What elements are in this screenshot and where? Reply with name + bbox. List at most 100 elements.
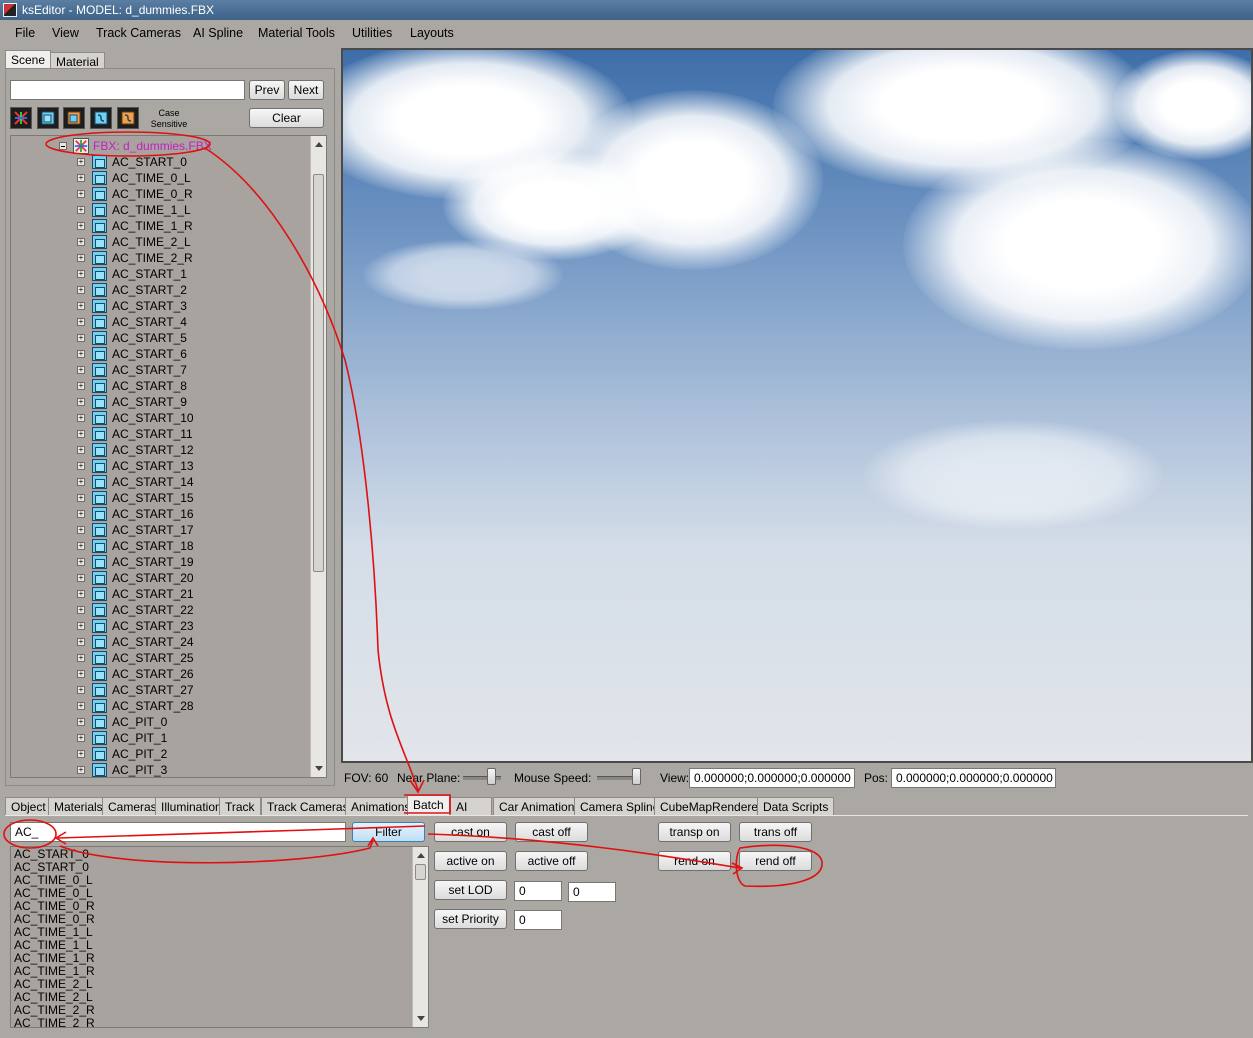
tree-row[interactable]: + AC_START_13 [11,458,311,474]
expand-icon[interactable]: + [77,734,85,742]
prev-button[interactable]: Prev [249,80,285,100]
transp-on-button[interactable]: transp on [658,822,731,842]
active-off-button[interactable]: active off [515,851,588,871]
expand-icon[interactable]: + [77,702,85,710]
expand-icon[interactable]: + [77,686,85,694]
tree-row[interactable]: + AC_PIT_3 [11,762,311,777]
tree-row[interactable]: + AC_START_26 [11,666,311,682]
tree-row[interactable]: + AC_START_19 [11,554,311,570]
menu-utilities[interactable]: Utilities [352,26,392,40]
expand-icon[interactable]: + [77,462,85,470]
expand-icon[interactable]: + [77,670,85,678]
mesh-filter-button[interactable] [37,107,59,129]
search-input[interactable] [10,80,245,100]
expand-icon[interactable]: + [77,350,85,358]
menu-view[interactable]: View [52,26,79,40]
tree-row[interactable]: + AC_TIME_0_L [11,170,311,186]
expand-icon[interactable]: + [77,414,85,422]
expand-icon[interactable]: + [77,174,85,182]
expand-icon[interactable]: + [77,606,85,614]
cast-off-button[interactable]: cast off [515,822,588,842]
list-scrollbar[interactable] [412,847,428,1027]
tab-cubemaprenderer[interactable]: CubeMapRenderer [654,797,769,815]
tree-row[interactable]: + AC_PIT_0 [11,714,311,730]
tab-cameras[interactable]: Cameras [102,797,163,815]
tree-row[interactable]: + AC_PIT_2 [11,746,311,762]
tree-row[interactable]: + AC_START_20 [11,570,311,586]
tree-row[interactable]: + AC_START_12 [11,442,311,458]
rend-off-button[interactable]: rend off [739,851,812,871]
clear-button[interactable]: Clear [249,108,324,128]
list-scroll-down-icon[interactable] [417,1016,425,1021]
tab-illumination[interactable]: Illumination [155,797,228,815]
tab-data-scripts[interactable]: Data Scripts [757,797,835,815]
tree-row[interactable]: + AC_START_16 [11,506,311,522]
set-priority-button[interactable]: set Priority [434,909,507,929]
pos-field[interactable]: 0.000000;0.000000;0.000000 [891,768,1056,788]
scroll-thumb[interactable] [313,174,324,572]
set-lod-button[interactable]: set LOD [434,880,507,900]
tree-row[interactable]: + AC_TIME_2_R [11,250,311,266]
menu-file[interactable]: File [15,26,35,40]
tree-row[interactable]: + AC_START_18 [11,538,311,554]
lod-field-a[interactable]: 0 [514,881,562,901]
tab-batch[interactable]: Batch [407,795,450,815]
tree-row[interactable]: + AC_START_21 [11,586,311,602]
rend-on-button[interactable]: rend on [658,851,731,871]
expand-icon[interactable]: + [77,238,85,246]
tree-row[interactable]: + AC_START_24 [11,634,311,650]
list-item[interactable]: AC_TIME_2_R [14,1017,95,1028]
trans-off-button[interactable]: trans off [739,822,812,842]
expand-icon[interactable]: + [77,286,85,294]
expand-icon[interactable]: + [77,382,85,390]
axis-filter-button[interactable] [10,107,32,129]
tab-animations[interactable]: Animations [345,797,417,815]
expand-icon[interactable]: + [77,590,85,598]
expand-icon[interactable]: + [77,654,85,662]
tree-row[interactable]: + AC_START_22 [11,602,311,618]
menu-track-cameras[interactable]: Track Cameras [96,26,181,40]
expand-icon[interactable]: + [77,222,85,230]
tab-ai[interactable]: AI [450,797,492,815]
tab-materials[interactable]: Materials [48,797,109,815]
tree-row[interactable]: + AC_TIME_0_R [11,186,311,202]
tree-row[interactable]: + AC_TIME_1_L [11,202,311,218]
menu-ai-spline[interactable]: AI Spline [193,26,243,40]
expand-icon[interactable]: + [77,302,85,310]
tree-row[interactable]: + AC_TIME_2_L [11,234,311,250]
expand-icon[interactable]: + [77,542,85,550]
scroll-up-icon[interactable] [315,142,323,147]
priority-field[interactable]: 0 [514,910,562,930]
tree-row[interactable]: + AC_START_4 [11,314,311,330]
skinned-filter-button[interactable] [90,107,112,129]
tree-row[interactable]: + AC_START_25 [11,650,311,666]
expand-icon[interactable]: + [77,526,85,534]
tree-scrollbar[interactable] [310,136,326,777]
near-plane-slider-thumb[interactable] [487,768,496,785]
scroll-down-icon[interactable] [315,766,323,771]
tree-row[interactable]: + AC_START_15 [11,490,311,506]
tab-object[interactable]: Object [5,797,52,815]
tree-row[interactable]: + AC_START_5 [11,330,311,346]
expand-icon[interactable]: + [77,446,85,454]
tree-row[interactable]: + AC_PIT_1 [11,730,311,746]
tree-root-row[interactable]: FBX: d_dummies.FBX [11,138,311,154]
active-on-button[interactable]: active on [434,851,507,871]
tree-row[interactable]: + AC_START_17 [11,522,311,538]
expand-icon[interactable]: + [77,622,85,630]
expand-icon[interactable]: + [77,430,85,438]
expand-icon[interactable]: + [77,574,85,582]
tree-row[interactable]: + AC_TIME_1_R [11,218,311,234]
filtered-object-list[interactable]: AC_START_0 AC_START_0 AC_TIME_0_L AC_TIME_0… [10,846,429,1028]
3d-viewport[interactable] [341,48,1253,763]
expand-icon[interactable]: + [77,318,85,326]
list-scroll-up-icon[interactable] [417,853,425,858]
lod-field-b[interactable]: 0 [568,882,616,902]
tree-row[interactable]: + AC_START_8 [11,378,311,394]
expand-icon[interactable]: + [77,270,85,278]
scene-tree[interactable]: FBX: d_dummies.FBX + AC_START_0 + AC_TIME_0… [10,135,327,778]
tree-row[interactable]: + AC_START_23 [11,618,311,634]
tree-row[interactable]: + AC_START_10 [11,410,311,426]
collapse-icon[interactable] [59,142,67,150]
bone-filter-button[interactable] [117,107,139,129]
